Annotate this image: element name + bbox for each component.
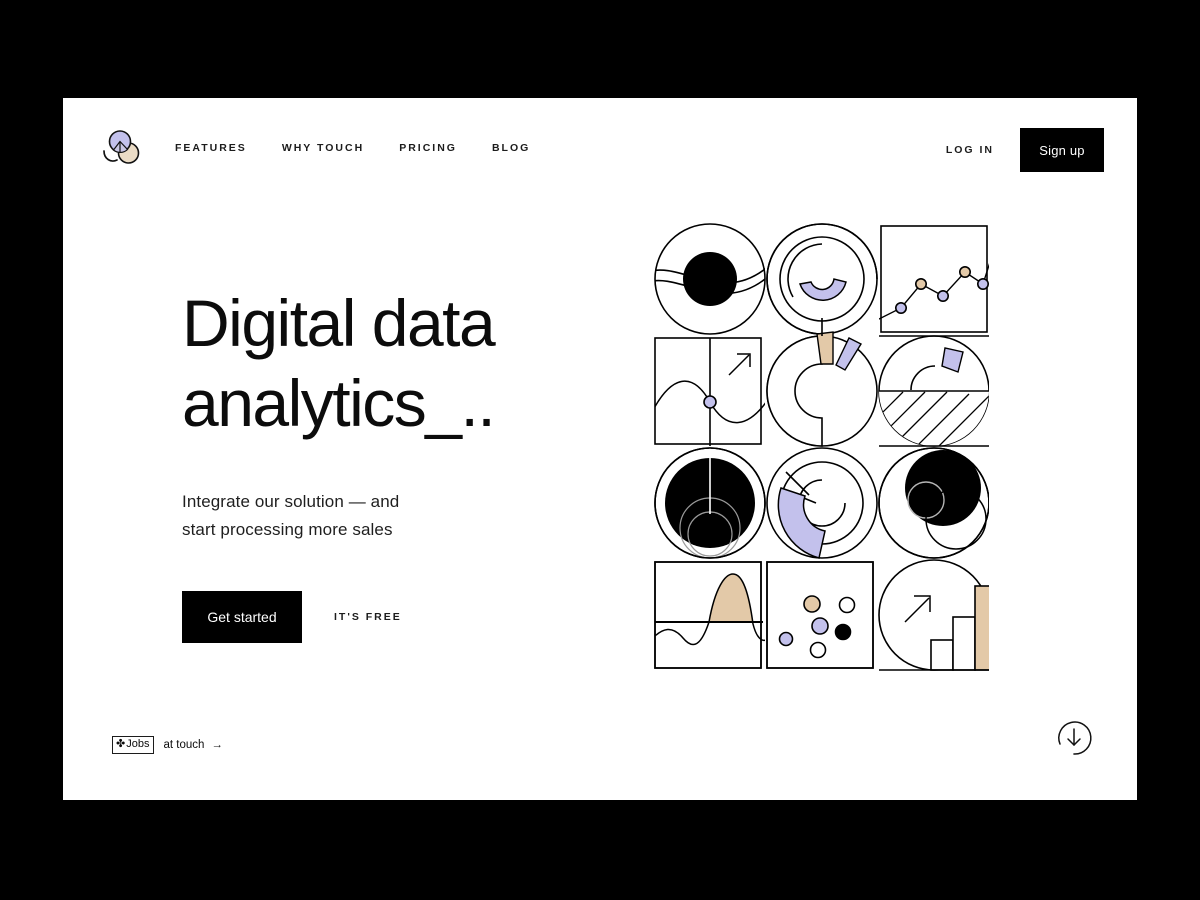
tile-donut-with-tan-and-purple-slices <box>766 318 878 447</box>
jobs-badge-label: Jobs <box>126 738 150 750</box>
site-header: FEATURES WHY TOUCH PRICING BLOG LOG IN S… <box>63 98 1137 203</box>
collage-svg <box>654 223 998 671</box>
tile-circle-with-black-sphere-and-swoosh <box>654 223 766 335</box>
jobs-badge[interactable]: ✤ Jobs <box>112 736 155 754</box>
nav-item-features[interactable]: FEATURES <box>175 141 247 155</box>
tile-hatched-square-with-purple-slice <box>878 335 990 447</box>
tile-line-chart <box>879 225 989 333</box>
get-started-button[interactable]: Get started <box>182 591 302 643</box>
login-link[interactable]: LOG IN <box>946 144 994 156</box>
clover-icon: ✤ <box>116 738 126 750</box>
jobs-footer: ✤ Jobs at touch → <box>112 736 223 754</box>
nav-item-blog[interactable]: BLOG <box>492 141 530 155</box>
tile-area-wave-with-tan-fill <box>654 561 765 669</box>
tile-spiral-with-purple-arc <box>766 447 878 559</box>
arrow-down-circle-icon <box>1058 721 1092 755</box>
primary-nav: FEATURES WHY TOUCH PRICING BLOG <box>175 141 565 155</box>
hero-cta-row: Get started IT'S FREE <box>182 544 612 643</box>
tile-concentric-arcs-with-purple-donut-segment <box>766 223 878 335</box>
hero-section: Digital data analytics_.. Integrate our … <box>182 283 612 643</box>
data-analytics-collage <box>653 222 998 674</box>
hero-subtitle: Integrate our solution — and start proce… <box>182 492 400 539</box>
at-touch-link[interactable]: at touch → <box>163 739 222 751</box>
screen: FEATURES WHY TOUCH PRICING BLOG LOG IN S… <box>0 0 1200 900</box>
tile-bar-chart-with-tan-bar-and-arrow <box>878 559 998 671</box>
header-actions: LOG IN Sign up <box>946 128 1104 172</box>
at-touch-label: at touch <box>163 739 205 751</box>
tile-overlapping-black-circles <box>878 447 990 559</box>
landing-page-card: FEATURES WHY TOUCH PRICING BLOG LOG IN S… <box>63 98 1137 800</box>
tile-wave-with-purple-node-and-arrow <box>654 337 765 446</box>
scroll-down-button[interactable] <box>1050 714 1098 762</box>
touch-logo[interactable] <box>100 124 146 168</box>
nav-item-pricing[interactable]: PRICING <box>399 141 457 155</box>
nav-item-why-touch[interactable]: WHY TOUCH <box>282 141 364 155</box>
arrow-right-icon: → <box>211 739 223 751</box>
signup-button[interactable]: Sign up <box>1020 128 1104 172</box>
touch-logo-icon <box>103 130 140 164</box>
page-title: Digital data analytics_.. <box>182 286 496 440</box>
its-free-note: IT'S FREE <box>334 611 402 623</box>
tile-black-sphere-with-rings <box>654 447 766 559</box>
tile-scatter-dots <box>766 561 874 669</box>
